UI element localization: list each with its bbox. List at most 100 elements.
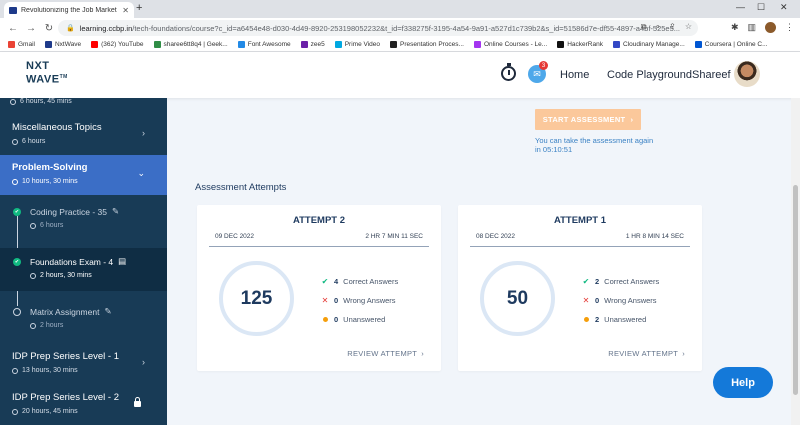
user-name[interactable]: Shareef bbox=[692, 69, 731, 81]
close-tab-icon[interactable]: ✕ bbox=[122, 6, 129, 15]
cloudinary-icon bbox=[612, 41, 620, 48]
cross-icon: ✕ bbox=[321, 296, 329, 305]
chevron-down-icon: ⌄ bbox=[137, 168, 145, 178]
share-icon[interactable]: ⇪ bbox=[669, 22, 676, 32]
url-host: learning.ccbp.in bbox=[79, 23, 133, 33]
close-window-icon[interactable]: ✕ bbox=[780, 2, 788, 13]
address-bar-row: ← → ↻ 🔒 learning.ccbp.in/tech-foundation… bbox=[0, 18, 800, 38]
attempt-date: 09 DEC 2022 bbox=[215, 233, 255, 240]
attempt-date: 08 DEC 2022 bbox=[476, 233, 516, 240]
bookmark-item[interactable]: Online Courses - Le... bbox=[473, 41, 547, 48]
udemy-icon bbox=[473, 41, 481, 48]
review-attempt-button[interactable]: REVIEW ATTEMPT › bbox=[347, 349, 424, 358]
bookmark-item[interactable]: Cloudinary Manage... bbox=[612, 41, 685, 48]
extension-icons: ✱ ▥ ⋮ bbox=[731, 22, 794, 33]
font-awesome-icon bbox=[237, 41, 245, 48]
sidebar-item-foundations-exam[interactable]: ✔ Foundations Exam - 4 ▤ 2 hours, 30 mins bbox=[0, 248, 167, 291]
nav-code-playground-link[interactable]: Code Playground bbox=[607, 69, 692, 81]
hackerrank-icon bbox=[557, 41, 565, 48]
nav-home-link[interactable]: Home bbox=[560, 69, 589, 81]
sidebar-section-idp-prep-level-1[interactable]: IDP Prep Series Level - 1 13 hours, 30 m… bbox=[0, 344, 167, 384]
completed-check-icon: ✔ bbox=[13, 208, 21, 216]
assessment-attempts-heading: Assessment Attempts bbox=[195, 182, 287, 193]
clock-icon bbox=[30, 272, 36, 279]
clock-icon bbox=[10, 98, 16, 105]
attempt-duration: 1 HR 8 MIN 14 SEC bbox=[625, 233, 684, 240]
bookmark-item[interactable]: NxtWave bbox=[44, 41, 81, 48]
check-icon: ✔ bbox=[321, 277, 329, 286]
forward-icon[interactable]: → bbox=[26, 23, 36, 34]
attempt-card: ATTEMPT 2 09 DEC 2022 2 HR 7 MIN 11 SEC … bbox=[197, 205, 441, 371]
wrong-answers-stat: ✕ 0 Wrong Answers bbox=[321, 296, 396, 305]
bookmark-item[interactable]: zee5 bbox=[300, 41, 325, 48]
coursera-icon bbox=[694, 41, 702, 48]
attempt-duration: 2 HR 7 MIN 11 SEC bbox=[365, 233, 423, 240]
sidebar-section-problem-solving[interactable]: Problem-Solving 10 hours, 30 mins ⌄ bbox=[0, 155, 167, 195]
presentation-icon bbox=[390, 41, 398, 48]
scrollbar-thumb[interactable] bbox=[793, 185, 798, 395]
browser-tab[interactable]: Revolutionizing the Job Market ✕ bbox=[4, 2, 134, 18]
bookmark-item[interactable]: Prime Video bbox=[334, 41, 380, 48]
attempt-title: ATTEMPT 2 bbox=[292, 215, 346, 226]
bookmark-item[interactable]: HackerRank bbox=[557, 41, 603, 48]
clipboard-icon: ▤ bbox=[118, 256, 127, 266]
bookmark-item[interactable]: (362) YouTube bbox=[91, 41, 144, 48]
url-input[interactable]: 🔒 learning.ccbp.in/tech-foundations/cour… bbox=[58, 20, 698, 36]
bookmark-item[interactable]: Presentation Proces... bbox=[390, 41, 464, 48]
unanswered-stat: 2 Unanswered bbox=[582, 315, 646, 324]
bookmark-item[interactable]: Coursera | Online C... bbox=[694, 41, 768, 48]
course-sidebar: 6 hours, 45 mins Miscellaneous Topics 6 … bbox=[0, 98, 167, 425]
chevron-right-icon: › bbox=[421, 349, 424, 358]
youtube-icon bbox=[91, 41, 99, 48]
kebab-menu-icon[interactable]: ⋮ bbox=[785, 22, 794, 33]
clock-icon bbox=[12, 178, 18, 185]
sidebar-section-miscellaneous-topics[interactable]: Miscellaneous Topics 6 hours › bbox=[0, 115, 167, 155]
chevron-right-icon: › bbox=[142, 128, 145, 138]
sidebar-section-idp-prep-level-2[interactable]: IDP Prep Series Level - 2 20 hours, 45 m… bbox=[0, 386, 167, 425]
puzzle-icon[interactable]: ✱ bbox=[731, 22, 739, 33]
bookmark-item[interactable]: sharee6tt8q4 | Geek... bbox=[153, 41, 228, 48]
notification-badge: 3 bbox=[539, 61, 548, 70]
bookmark-item[interactable]: Font Awesome bbox=[237, 41, 291, 48]
review-attempt-button[interactable]: REVIEW ATTEMPT › bbox=[608, 349, 685, 358]
sidebar-item-matrix-assignment[interactable]: Matrix Assignment ✎ 2 hours bbox=[0, 298, 167, 343]
browser-profile-avatar[interactable] bbox=[765, 22, 776, 33]
cross-icon: ✕ bbox=[582, 296, 590, 305]
reload-icon[interactable]: ↻ bbox=[44, 23, 54, 34]
zoom-icon[interactable]: ⌕ bbox=[656, 22, 660, 32]
user-avatar[interactable] bbox=[734, 61, 760, 87]
correct-answers-stat: ✔ 2 Correct Answers bbox=[582, 277, 660, 286]
start-assessment-button[interactable]: START ASSESSMENT › bbox=[535, 109, 641, 130]
new-tab-icon[interactable]: + bbox=[136, 2, 142, 14]
divider bbox=[209, 246, 429, 247]
bookmark-item[interactable]: Gmail bbox=[8, 41, 35, 48]
nxtwave-logo[interactable]: NXT WAVETM bbox=[26, 61, 68, 86]
help-button[interactable]: Help bbox=[713, 367, 773, 398]
maximize-icon[interactable]: ☐ bbox=[757, 2, 765, 13]
sidebar-item-coding-practice[interactable]: ✔ Coding Practice - 35 ✎ 6 hours bbox=[0, 198, 167, 248]
clock-icon bbox=[30, 322, 36, 329]
previous-section-duration: 6 hours, 45 mins bbox=[10, 98, 72, 105]
divider bbox=[470, 246, 690, 247]
edit-pencil-icon: ✎ bbox=[104, 306, 112, 316]
clock-icon bbox=[12, 367, 18, 374]
chevron-right-icon: › bbox=[142, 357, 145, 367]
open-in-icon[interactable]: ⧉ bbox=[641, 22, 647, 32]
attempt-card: ATTEMPT 1 08 DEC 2022 1 HR 8 MIN 14 SEC … bbox=[458, 205, 702, 371]
back-icon[interactable]: ← bbox=[8, 23, 18, 34]
pending-circle-icon bbox=[13, 308, 21, 316]
stopwatch-icon[interactable] bbox=[501, 63, 516, 81]
score-ring: 50 bbox=[480, 261, 555, 336]
prime-video-icon bbox=[334, 41, 342, 48]
lock-icon: 🔒 bbox=[66, 25, 75, 32]
side-panel-icon[interactable]: ▥ bbox=[747, 22, 756, 33]
nxtwave-icon bbox=[44, 41, 52, 48]
edit-pencil-icon: ✎ bbox=[112, 206, 120, 216]
bookmark-star-icon[interactable]: ☆ bbox=[685, 22, 692, 32]
clock-icon bbox=[12, 408, 18, 415]
nxtwave-favicon-icon bbox=[9, 6, 17, 14]
browser-tab-title: Revolutionizing the Job Market bbox=[21, 6, 117, 14]
score-ring: 125 bbox=[219, 261, 294, 336]
minimize-icon[interactable]: — bbox=[736, 2, 745, 12]
clock-icon bbox=[30, 222, 36, 229]
